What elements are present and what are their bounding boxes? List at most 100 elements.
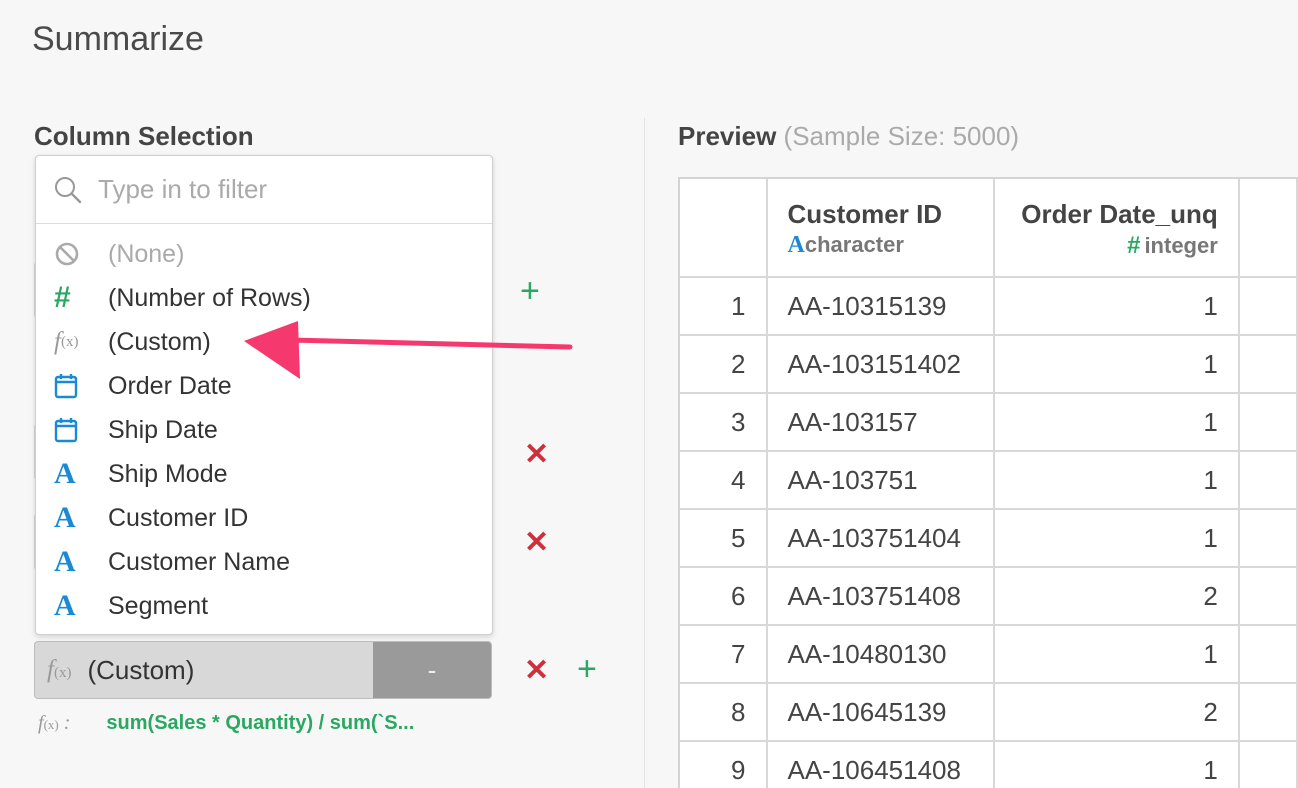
table-row: 8 AA-10645139 2 — [680, 683, 1298, 742]
cell-customer-id: AA-10480130 — [766, 625, 996, 684]
option-label: (Number of Rows) — [108, 283, 311, 312]
option-number-of-rows[interactable]: # (Number of Rows) — [36, 276, 492, 320]
column-type: Acharacter — [788, 232, 974, 259]
custom-select-value[interactable]: f(x) (Custom) — [35, 642, 373, 698]
option-label: (Custom) — [108, 327, 211, 356]
option-ship-mode[interactable]: A Ship Mode — [36, 452, 492, 496]
filter-box — [36, 156, 492, 224]
row-number: 2 — [680, 335, 768, 394]
column-type: # integer — [1015, 232, 1218, 260]
table-row: 2 AA-103151402 1 — [680, 335, 1298, 394]
cell-customer-id: AA-103751408 — [766, 567, 996, 626]
cell-next — [1238, 567, 1298, 626]
table-row: 4 AA-103751 1 — [680, 451, 1298, 510]
page-title: Summarize — [32, 20, 204, 58]
option-label: (None) — [108, 239, 185, 268]
cell-next — [1238, 277, 1298, 336]
cell-order-date-unq: 1 — [994, 335, 1240, 394]
filter-input[interactable] — [98, 174, 438, 205]
cell-order-date-unq: 1 — [994, 741, 1240, 788]
cell-order-date-unq: 1 — [994, 625, 1240, 684]
add-group-button[interactable]: + — [520, 274, 540, 308]
preview-table: Customer ID Acharacter Order Date_unq # i… — [678, 177, 1298, 788]
row-number: 8 — [680, 683, 768, 742]
character-icon: A — [54, 589, 76, 622]
option-ship-date[interactable]: Ship Date — [36, 408, 492, 452]
option-label: Ship Mode — [108, 459, 228, 488]
remove-value-2-button[interactable]: ✕ — [524, 528, 549, 558]
calendar-icon — [54, 415, 90, 445]
row-number: 9 — [680, 741, 768, 788]
character-icon: A — [787, 232, 805, 258]
table-row: 1 AA-10315139 1 — [680, 277, 1298, 336]
sample-size: (Sample Size: 5000) — [783, 121, 1020, 151]
cell-customer-id: AA-103751404 — [766, 509, 996, 568]
cell-next — [1238, 335, 1298, 394]
cell-customer-id: AA-10645139 — [766, 683, 996, 742]
cell-order-date-unq: 2 — [994, 683, 1240, 742]
function-icon: f(x) — [54, 328, 79, 355]
table-row: 7 AA-10480130 1 — [680, 625, 1298, 684]
cell-next — [1238, 451, 1298, 510]
option-custom[interactable]: f (x) (Custom) — [36, 320, 492, 364]
formula-label: : — [63, 712, 71, 734]
aggregation-select[interactable]: - — [373, 642, 491, 698]
column-header-next — [1238, 179, 1298, 278]
cell-customer-id: AA-10315139 — [766, 277, 996, 336]
table-row: 3 AA-103157 1 — [680, 393, 1298, 452]
option-customer-id[interactable]: A Customer ID — [36, 496, 492, 540]
cell-next — [1238, 741, 1298, 788]
remove-custom-button[interactable]: ✕ — [524, 656, 549, 686]
cell-next — [1238, 509, 1298, 568]
option-segment[interactable]: A Segment — [36, 584, 492, 628]
cell-customer-id: AA-106451408 — [766, 741, 996, 788]
custom-column-select[interactable]: f(x) (Custom) - — [34, 641, 492, 699]
column-header-customer-id[interactable]: Customer ID Acharacter — [766, 179, 996, 278]
formula-expression[interactable]: sum(Sales * Quantity) / sum(`S... — [106, 712, 414, 735]
column-selection-title: Column Selection — [34, 121, 254, 151]
search-icon — [54, 176, 82, 204]
column-dropdown: (None) # (Number of Rows) f(x) (Custom) … — [35, 155, 493, 635]
option-customer-name[interactable]: A Customer Name — [36, 540, 492, 584]
row-number-header — [680, 179, 768, 278]
cell-order-date-unq: 2 — [994, 567, 1240, 626]
add-custom-button[interactable]: + — [577, 652, 597, 686]
preview-label: Preview — [678, 121, 777, 151]
option-label: Order Date — [108, 371, 232, 400]
table-row: 9 AA-106451408 1 — [680, 741, 1298, 788]
character-icon: A — [54, 457, 76, 490]
cell-next — [1238, 683, 1298, 742]
column-type-label: character — [804, 232, 904, 257]
cell-next — [1238, 625, 1298, 684]
row-number: 3 — [680, 393, 768, 452]
table-row: 6 AA-103751408 2 — [680, 567, 1298, 626]
none-icon — [54, 239, 90, 269]
table-row: 5 AA-103751404 1 — [680, 509, 1298, 568]
character-icon: A — [54, 545, 76, 578]
column-name: Order Date_unq — [1021, 199, 1218, 229]
cell-customer-id: AA-103751 — [766, 451, 996, 510]
cell-order-date-unq: 1 — [994, 451, 1240, 510]
option-label: Customer Name — [108, 547, 290, 576]
cell-next — [1238, 393, 1298, 452]
cell-customer-id: AA-103157 — [766, 393, 996, 452]
row-number: 6 — [680, 567, 768, 626]
function-icon: f(x) : — [38, 712, 71, 734]
cell-customer-id: AA-103151402 — [766, 335, 996, 394]
cell-order-date-unq: 1 — [994, 509, 1240, 568]
remove-value-1-button[interactable]: ✕ — [524, 440, 549, 470]
column-name: Customer ID — [787, 199, 943, 229]
option-order-date[interactable]: Order Date — [36, 364, 492, 408]
preview-title: Preview (Sample Size: 5000) — [678, 121, 1019, 152]
character-icon: A — [54, 501, 76, 534]
row-number: 7 — [680, 625, 768, 684]
option-label: Ship Date — [108, 415, 218, 444]
option-label: Customer ID — [108, 503, 249, 532]
formula-display: f(x) : sum(Sales * Quantity) / sum(`S... — [38, 712, 414, 735]
option-label: Segment — [108, 591, 209, 620]
column-type-label: integer — [1144, 233, 1218, 258]
column-header-order-date-unq[interactable]: Order Date_unq # integer — [994, 179, 1240, 278]
cell-order-date-unq: 1 — [994, 393, 1240, 452]
option-none[interactable]: (None) — [36, 232, 492, 276]
calendar-icon — [54, 371, 90, 401]
